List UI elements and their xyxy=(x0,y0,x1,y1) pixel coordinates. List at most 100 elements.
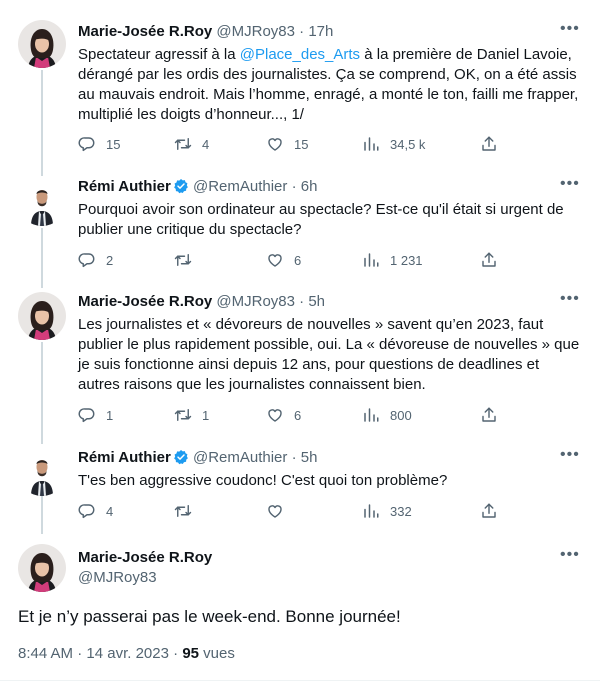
like-button[interactable] xyxy=(266,502,294,520)
tweet-actions: 4 332 xyxy=(78,502,508,522)
retweet-icon xyxy=(174,135,192,153)
tweet-time[interactable]: 5h xyxy=(308,293,325,310)
views-icon xyxy=(362,135,380,153)
retweet-icon xyxy=(174,406,192,424)
more-options-icon[interactable]: ••• xyxy=(560,291,579,312)
like-count: 15 xyxy=(294,136,309,152)
tweet-actions: 15 4 15 34,5 k xyxy=(78,135,508,155)
tweet-text: Spectateur agressif à la @Place_des_Arts… xyxy=(78,45,583,125)
retweet-icon xyxy=(174,251,192,269)
retweet-count: 4 xyxy=(202,136,210,152)
author-name[interactable]: Marie-Josée R.Roy xyxy=(78,548,212,568)
like-button[interactable]: 6 xyxy=(266,251,301,269)
retweet-button[interactable]: 1 xyxy=(174,406,209,424)
like-button[interactable]: 15 xyxy=(266,135,308,153)
views-icon xyxy=(362,406,380,424)
reply-icon xyxy=(78,502,96,520)
separator: · xyxy=(299,23,305,40)
more-options-icon[interactable]: ••• xyxy=(560,547,579,568)
tweet-time[interactable]: 6h xyxy=(301,178,318,195)
author-name[interactable]: Marie-Josée R.Roy xyxy=(78,23,212,40)
author-handle[interactable]: @MJRoy83 xyxy=(216,293,295,310)
tweet-actions: 1 1 6 800 xyxy=(78,406,508,426)
separator: · xyxy=(291,178,297,195)
avatar[interactable] xyxy=(18,448,66,496)
avatar[interactable] xyxy=(18,292,66,340)
author-handle[interactable]: @RemAuthier xyxy=(193,449,287,466)
retweet-button[interactable] xyxy=(174,251,202,269)
separator: · xyxy=(299,293,305,310)
author-name[interactable]: Rémi Authier xyxy=(78,449,171,466)
tweet-header: Rémi Authier @RemAuthier · 6h xyxy=(78,177,317,197)
main-tweet-text: Et je n’y passerai pas le week-end. Bonn… xyxy=(18,607,401,626)
views-button[interactable]: 800 xyxy=(362,406,412,424)
views-label: vues xyxy=(203,645,235,662)
author-name[interactable]: Rémi Authier xyxy=(78,178,171,195)
author-handle[interactable]: @MJRoy83 xyxy=(78,568,212,588)
tweet[interactable]: Marie-Josée R.Roy @MJRoy83 · 5h ••• Les … xyxy=(0,288,600,444)
views-icon xyxy=(362,502,380,520)
views-count: 332 xyxy=(390,503,412,519)
avatar[interactable] xyxy=(18,20,66,68)
tweet-date[interactable]: 14 avr. 2023 xyxy=(86,645,169,662)
main-tweet: Marie-Josée R.Roy @MJRoy83 ••• Et je n’y… xyxy=(0,534,600,683)
heart-icon xyxy=(266,135,284,153)
views-button[interactable]: 34,5 k xyxy=(362,135,425,153)
tweet-text-part: Spectateur agressif à la xyxy=(78,46,240,63)
views-count: 800 xyxy=(390,407,412,423)
more-options-icon[interactable]: ••• xyxy=(560,21,579,42)
author-name[interactable]: Marie-Josée R.Roy xyxy=(78,293,212,310)
views-count: 34,5 k xyxy=(390,136,426,152)
tweet-header: Marie-Josée R.Roy @MJRoy83 xyxy=(78,548,212,588)
tweet[interactable]: Marie-Josée R.Roy @MJRoy83 · 17h ••• Spe… xyxy=(0,0,600,170)
more-options-icon[interactable]: ••• xyxy=(560,447,579,468)
tweet-meta: 8:44 AM · 14 avr. 2023 · 95 vues xyxy=(18,645,235,662)
tweet-text: Les journalistes et « dévoreurs de nouve… xyxy=(78,316,580,393)
share-button[interactable] xyxy=(480,406,498,424)
views-button[interactable]: 1 231 xyxy=(362,251,423,269)
retweet-icon xyxy=(174,502,192,520)
avatar[interactable] xyxy=(18,544,66,592)
share-icon xyxy=(480,135,498,153)
tweet-text: T'es ben aggressive coudonc! C'est quoi … xyxy=(78,472,448,489)
retweet-button[interactable]: 4 xyxy=(174,135,209,153)
mention-link[interactable]: @Place_des_Arts xyxy=(240,46,360,63)
like-button[interactable]: 6 xyxy=(266,406,301,424)
like-count: 6 xyxy=(294,252,302,268)
author-handle[interactable]: @RemAuthier xyxy=(193,178,287,195)
tweet[interactable]: Rémi Authier @RemAuthier · 6h ••• Pourqu… xyxy=(0,170,600,288)
heart-icon xyxy=(266,502,284,520)
heart-icon xyxy=(266,406,284,424)
reply-count: 1 xyxy=(106,407,114,423)
tweet-text: Pourquoi avoir son ordinateur au spectac… xyxy=(78,201,564,238)
separator: · xyxy=(173,645,179,662)
like-count: 6 xyxy=(294,407,302,423)
separator: · xyxy=(77,645,83,662)
divider xyxy=(0,680,600,681)
reply-button[interactable]: 15 xyxy=(78,135,120,153)
views-button[interactable]: 332 xyxy=(362,502,412,520)
avatar[interactable] xyxy=(18,178,66,226)
share-button[interactable] xyxy=(480,251,498,269)
views-count: 1 231 xyxy=(390,252,423,268)
reply-button[interactable]: 4 xyxy=(78,502,113,520)
reply-icon xyxy=(78,406,96,424)
share-button[interactable] xyxy=(480,135,498,153)
share-icon xyxy=(480,251,498,269)
tweet-time[interactable]: 8:44 AM xyxy=(18,645,73,662)
tweet-actions: 2 6 1 231 xyxy=(78,251,508,271)
verified-badge-icon xyxy=(173,178,189,194)
retweet-button[interactable] xyxy=(174,502,202,520)
separator: · xyxy=(291,449,297,466)
reply-button[interactable]: 1 xyxy=(78,406,113,424)
author-handle[interactable]: @MJRoy83 xyxy=(216,23,295,40)
tweet-time[interactable]: 17h xyxy=(308,23,333,40)
tweet[interactable]: Rémi Authier @RemAuthier · 5h ••• T'es b… xyxy=(0,444,600,534)
reply-button[interactable]: 2 xyxy=(78,251,113,269)
reply-count: 2 xyxy=(106,252,114,268)
share-button[interactable] xyxy=(480,502,498,520)
share-icon xyxy=(480,406,498,424)
tweet-time[interactable]: 5h xyxy=(301,449,318,466)
more-options-icon[interactable]: ••• xyxy=(560,176,579,197)
reply-count: 15 xyxy=(106,136,121,152)
